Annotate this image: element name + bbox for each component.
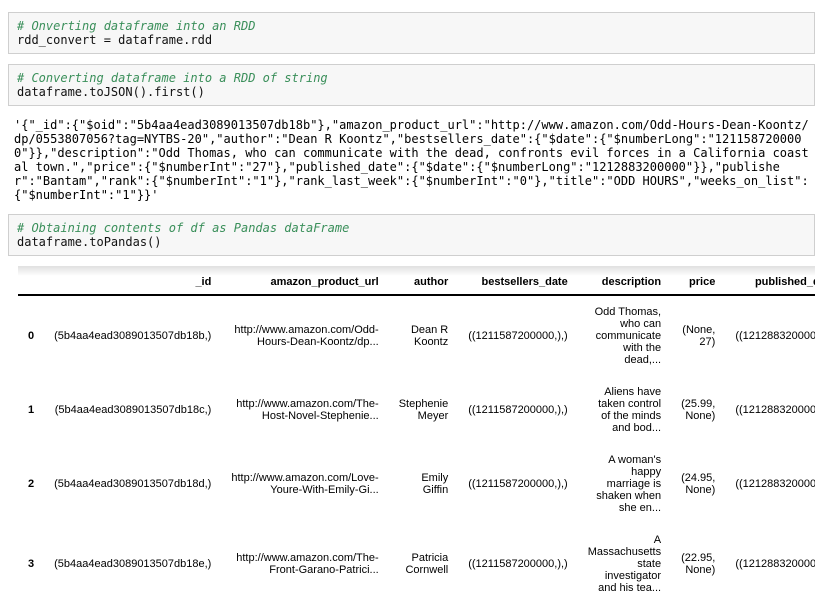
cell-author: Stephenie Meyer (389, 376, 459, 444)
table-row: 1(5b4aa4ead3089013507db18c,)http://www.a… (18, 376, 815, 444)
cell-price: (25.99, None) (671, 376, 725, 444)
code-comment: # Converting dataframe into a RDD of str… (17, 71, 328, 85)
cell-id: (5b4aa4ead3089013507db18c,) (44, 376, 221, 444)
cell-url: http://www.amazon.com/The-Host-Novel-Ste… (221, 376, 388, 444)
cell-pdate: ((1212883200000,),) (725, 376, 815, 444)
code-comment: # Obtaining contents of df as Pandas dat… (17, 221, 349, 235)
code-comment: # Onverting dataframe into an RDD (17, 19, 255, 33)
code-line: dataframe.toJSON().first() (17, 85, 205, 99)
cell-id: (5b4aa4ead3089013507db18b,) (44, 295, 221, 376)
row-index: 3 (18, 524, 44, 604)
row-index: 0 (18, 295, 44, 376)
cell-2-output: '{"_id":{"$oid":"5b4aa4ead3089013507db18… (8, 116, 815, 210)
pandas-table: _id amazon_product_url author bestseller… (18, 270, 815, 604)
cell-id: (5b4aa4ead3089013507db18e,) (44, 524, 221, 604)
cell-url: http://www.amazon.com/Love-Youre-With-Em… (221, 444, 388, 524)
row-index: 2 (18, 444, 44, 524)
cell-author: Patricia Cornwell (389, 524, 459, 604)
cell-author: Dean R Koontz (389, 295, 459, 376)
cell-desc: Aliens have taken control of the minds a… (578, 376, 671, 444)
table-row: 0(5b4aa4ead3089013507db18b,)http://www.a… (18, 295, 815, 376)
cell-desc: Odd Thomas, who can communicate with the… (578, 295, 671, 376)
cell-price: (24.95, None) (671, 444, 725, 524)
cell-price: (22.95, None) (671, 524, 725, 604)
cell-price: (None, 27) (671, 295, 725, 376)
cell-bdate: ((1211587200000,),) (458, 376, 577, 444)
cell-id: (5b4aa4ead3089013507db18d,) (44, 444, 221, 524)
row-index: 1 (18, 376, 44, 444)
cell-desc: A woman's happy marriage is shaken when … (578, 444, 671, 524)
cell-bdate: ((1211587200000,),) (458, 295, 577, 376)
cell-desc: A Massachusetts state investigator and h… (578, 524, 671, 604)
cell-bdate: ((1211587200000,),) (458, 524, 577, 604)
code-cell-2: # Converting dataframe into a RDD of str… (8, 64, 815, 106)
cell-pdate: ((1212883200000,),) (725, 444, 815, 524)
cell-pdate: ((1212883200000,),) (725, 524, 815, 604)
code-line: rdd_convert = dataframe.rdd (17, 33, 212, 47)
cell-author: Emily Giffin (389, 444, 459, 524)
code-line: dataframe.toPandas() (17, 235, 162, 249)
pandas-output: _id amazon_product_url author bestseller… (8, 266, 815, 604)
table-row: 3(5b4aa4ead3089013507db18e,)http://www.a… (18, 524, 815, 604)
cell-url: http://www.amazon.com/The-Front-Garano-P… (221, 524, 388, 604)
table-row: 2(5b4aa4ead3089013507db18d,)http://www.a… (18, 444, 815, 524)
cell-url: http://www.amazon.com/Odd-Hours-Dean-Koo… (221, 295, 388, 376)
code-cell-1: # Onverting dataframe into an RDD rdd_co… (8, 12, 815, 54)
cell-bdate: ((1211587200000,),) (458, 444, 577, 524)
cell-pdate: ((1212883200000,),) (725, 295, 815, 376)
code-cell-3: # Obtaining contents of df as Pandas dat… (8, 214, 815, 256)
